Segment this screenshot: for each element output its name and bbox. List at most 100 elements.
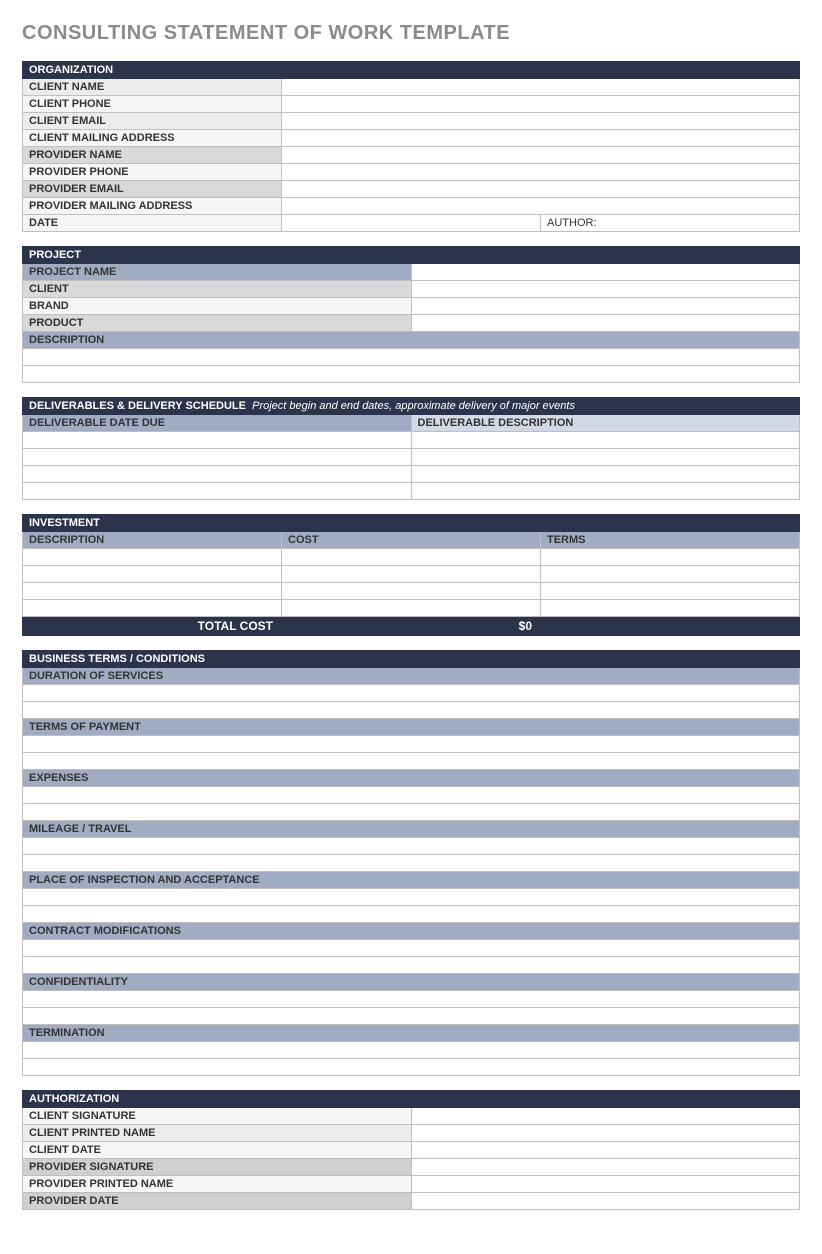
deliverable-desc-1[interactable] (411, 432, 800, 449)
input-modifications-2[interactable] (23, 957, 800, 974)
inv-cost-4[interactable] (282, 600, 541, 617)
input-brand[interactable] (411, 298, 800, 315)
project-header: PROJECT (23, 247, 800, 264)
inv-terms-1[interactable] (541, 549, 800, 566)
label-provider-mailing: PROVIDER MAILING ADDRESS (23, 198, 282, 215)
col-deliverable-date: DELIVERABLE DATE DUE (23, 415, 412, 432)
authorization-section: AUTHORIZATION CLIENT SIGNATURE CLIENT PR… (22, 1090, 800, 1210)
deliverable-date-3[interactable] (23, 466, 412, 483)
inv-desc-1[interactable] (23, 549, 282, 566)
deliverable-desc-4[interactable] (411, 483, 800, 500)
inv-cost-1[interactable] (282, 549, 541, 566)
deliverable-date-4[interactable] (23, 483, 412, 500)
input-client-date[interactable] (411, 1142, 800, 1159)
organization-header: ORGANIZATION (23, 62, 800, 79)
inv-terms-4[interactable] (541, 600, 800, 617)
input-description-1[interactable] (23, 349, 800, 366)
label-provider-print: PROVIDER PRINTED NAME (23, 1176, 412, 1193)
deliverable-date-2[interactable] (23, 449, 412, 466)
input-inspection-1[interactable] (23, 889, 800, 906)
col-deliverable-desc: DELIVERABLE DESCRIPTION (411, 415, 800, 432)
label-expenses: EXPENSES (23, 770, 800, 787)
page-title: CONSULTING STATEMENT OF WORK TEMPLATE (22, 22, 800, 45)
input-expenses-1[interactable] (23, 787, 800, 804)
label-confidentiality: CONFIDENTIALITY (23, 974, 800, 991)
input-client-sig[interactable] (411, 1108, 800, 1125)
deliverable-desc-3[interactable] (411, 466, 800, 483)
label-provider-sig: PROVIDER SIGNATURE (23, 1159, 412, 1176)
label-provider-phone: PROVIDER PHONE (23, 164, 282, 181)
input-provider-sig[interactable] (411, 1159, 800, 1176)
col-inv-terms: TERMS (541, 532, 800, 549)
label-provider-name: PROVIDER NAME (23, 147, 282, 164)
input-project-name[interactable] (411, 264, 800, 281)
label-client-email: CLIENT EMAIL (23, 113, 282, 130)
label-client-print: CLIENT PRINTED NAME (23, 1125, 412, 1142)
deliverable-desc-2[interactable] (411, 449, 800, 466)
input-modifications-1[interactable] (23, 940, 800, 957)
label-inspection: PLACE OF INSPECTION AND ACCEPTANCE (23, 872, 800, 889)
total-cost-spacer (541, 617, 800, 636)
input-duration-2[interactable] (23, 702, 800, 719)
inv-terms-2[interactable] (541, 566, 800, 583)
inv-cost-3[interactable] (282, 583, 541, 600)
input-payment-2[interactable] (23, 753, 800, 770)
label-modifications: CONTRACT MODIFICATIONS (23, 923, 800, 940)
input-client-phone[interactable] (282, 96, 800, 113)
label-project-name: PROJECT NAME (23, 264, 412, 281)
input-client-print[interactable] (411, 1125, 800, 1142)
inv-desc-3[interactable] (23, 583, 282, 600)
input-mileage-1[interactable] (23, 838, 800, 855)
input-project-client[interactable] (411, 281, 800, 298)
inv-desc-4[interactable] (23, 600, 282, 617)
deliverables-header: DELIVERABLES & DELIVERY SCHEDULE Project… (23, 398, 800, 415)
input-mileage-2[interactable] (23, 855, 800, 872)
input-description-2[interactable] (23, 366, 800, 383)
inv-desc-2[interactable] (23, 566, 282, 583)
label-description: DESCRIPTION (23, 332, 800, 349)
deliverables-note: Project begin and end dates, approximate… (252, 400, 575, 412)
deliverable-date-1[interactable] (23, 432, 412, 449)
label-termination: TERMINATION (23, 1025, 800, 1042)
label-payment: TERMS OF PAYMENT (23, 719, 800, 736)
input-termination-2[interactable] (23, 1059, 800, 1076)
label-mileage: MILEAGE / TRAVEL (23, 821, 800, 838)
input-inspection-2[interactable] (23, 906, 800, 923)
input-product[interactable] (411, 315, 800, 332)
label-provider-email: PROVIDER EMAIL (23, 181, 282, 198)
input-provider-phone[interactable] (282, 164, 800, 181)
input-termination-1[interactable] (23, 1042, 800, 1059)
label-brand: BRAND (23, 298, 412, 315)
input-expenses-2[interactable] (23, 804, 800, 821)
input-provider-date[interactable] (411, 1193, 800, 1210)
label-project-client: CLIENT (23, 281, 412, 298)
label-product: PRODUCT (23, 315, 412, 332)
input-client-mailing[interactable] (282, 130, 800, 147)
label-client-phone: CLIENT PHONE (23, 96, 282, 113)
input-confidentiality-1[interactable] (23, 991, 800, 1008)
total-cost-label: TOTAL COST (23, 617, 282, 636)
input-provider-print[interactable] (411, 1176, 800, 1193)
inv-cost-2[interactable] (282, 566, 541, 583)
investment-section: INVESTMENT DESCRIPTION COST TERMS TOTAL … (22, 514, 800, 636)
label-client-sig: CLIENT SIGNATURE (23, 1108, 412, 1125)
organization-section: ORGANIZATION CLIENT NAME CLIENT PHONE CL… (22, 61, 800, 232)
investment-header: INVESTMENT (23, 515, 800, 532)
label-author[interactable]: AUTHOR: (541, 215, 800, 232)
input-payment-1[interactable] (23, 736, 800, 753)
input-client-email[interactable] (282, 113, 800, 130)
project-section: PROJECT PROJECT NAME CLIENT BRAND PRODUC… (22, 246, 800, 383)
label-client-date: CLIENT DATE (23, 1142, 412, 1159)
deliverables-header-text: DELIVERABLES & DELIVERY SCHEDULE (29, 400, 246, 412)
terms-header: BUSINESS TERMS / CONDITIONS (23, 651, 800, 668)
input-provider-mailing[interactable] (282, 198, 800, 215)
inv-terms-3[interactable] (541, 583, 800, 600)
input-duration-1[interactable] (23, 685, 800, 702)
label-date: DATE (23, 215, 282, 232)
input-provider-name[interactable] (282, 147, 800, 164)
input-client-name[interactable] (282, 79, 800, 96)
input-provider-email[interactable] (282, 181, 800, 198)
input-date[interactable] (282, 215, 541, 232)
input-confidentiality-2[interactable] (23, 1008, 800, 1025)
total-cost-value: $0 (282, 617, 541, 636)
